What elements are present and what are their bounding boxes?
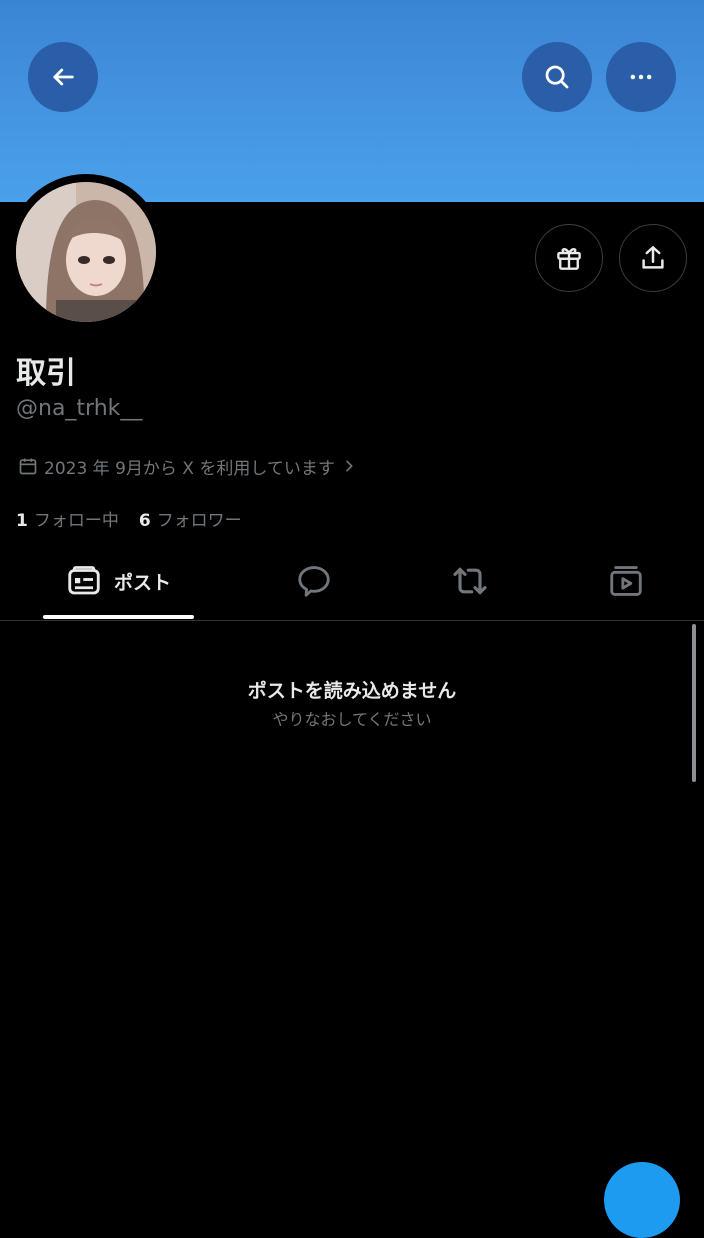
tab-replies[interactable] (276, 542, 352, 620)
empty-state-subtitle: やりなおしてください (272, 710, 432, 729)
tab-reposts[interactable] (432, 542, 508, 620)
followers-link[interactable]: 6 フォロワー (139, 506, 242, 531)
join-date-text: 2023 年 9月から X を利用しています (44, 458, 335, 479)
avatar[interactable] (16, 182, 156, 322)
followers-count: 6 (138, 511, 151, 531)
back-button[interactable] (28, 42, 98, 112)
search-button[interactable] (522, 42, 592, 112)
tab-posts-label: ポスト (113, 571, 171, 594)
gift-button[interactable] (535, 224, 603, 292)
join-date-row[interactable]: 2023 年 9月から X を利用しています (18, 454, 357, 479)
gift-icon (557, 248, 581, 270)
scrollbar[interactable] (692, 624, 696, 782)
active-tab-indicator (43, 615, 194, 619)
following-count: 1 (16, 511, 28, 531)
empty-state-title: ポストを読み込めません (247, 680, 457, 702)
compose-button[interactable] (604, 1162, 680, 1238)
tab-media[interactable] (588, 542, 664, 620)
following-label: フォロー中 (33, 511, 119, 531)
share-button[interactable] (619, 224, 687, 292)
more-button[interactable] (606, 42, 676, 112)
profile-banner (0, 0, 704, 202)
arrow-left-icon (53, 68, 74, 86)
media-icon (610, 566, 642, 596)
more-horizontal-icon (630, 74, 652, 80)
username-handle: @na_trhk__ (16, 396, 143, 421)
avatar-photo (16, 182, 156, 322)
chevron-right-icon (346, 460, 353, 472)
calendar-icon (19, 458, 37, 475)
reply-bubble-icon (298, 566, 330, 597)
followers-label: フォロワー (156, 511, 242, 531)
display-name: 取引 (16, 356, 76, 391)
search-icon (545, 65, 569, 89)
avatar-border (8, 174, 164, 330)
share-icon (642, 246, 664, 269)
following-link[interactable]: 1 フォロー中 (16, 506, 119, 531)
posts-icon (68, 566, 100, 595)
follow-stats: 1 フォロー中 6 フォロワー (16, 506, 242, 531)
tab-posts[interactable]: ポスト (43, 542, 194, 620)
profile-tabs: ポスト (0, 542, 704, 621)
repost-icon (453, 567, 487, 595)
